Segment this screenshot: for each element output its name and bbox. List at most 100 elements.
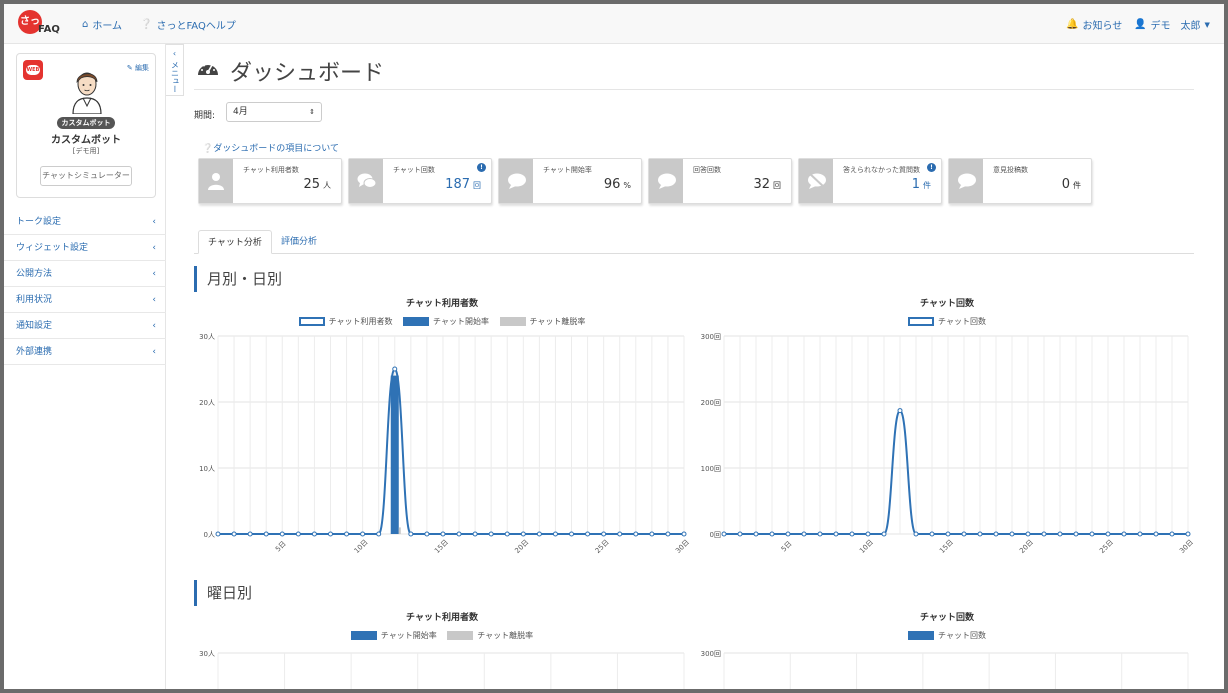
nav-home-link[interactable]: ⌂ ホーム: [82, 17, 122, 32]
stat-number: 32: [753, 177, 770, 192]
user-name: デモ 太郎: [1150, 21, 1201, 32]
bot-subtitle: [デモ用]: [72, 147, 100, 155]
pencil-icon: ✎: [126, 64, 133, 72]
sidebar-item-external-integration[interactable]: 外部連携 ‹: [4, 339, 166, 365]
data-point: [897, 408, 903, 414]
data-point: [977, 531, 983, 537]
stat-unit: %: [623, 181, 631, 190]
data-point: [1121, 531, 1127, 537]
answer-bubble-icon: [649, 159, 683, 203]
chart-title: チャット利用者数: [406, 613, 478, 623]
data-point: [311, 531, 317, 537]
question-circle-icon: ❔: [202, 144, 214, 154]
chart-title: チャット回数: [920, 299, 974, 309]
x-tick-label: 5日: [274, 540, 288, 554]
chevron-left-icon: ‹: [152, 347, 156, 357]
chat-bubbles-icon: [349, 159, 383, 203]
info-icon[interactable]: !: [927, 163, 936, 172]
data-point: [1105, 531, 1111, 537]
chart-plot: 0回 100回 200回 300回 5日 10日 15日 20日 25日 30日: [701, 333, 1194, 555]
app-window: さっ FAQ ⌂ ホーム ❔ さっとFAQヘルプ 🔔 お知らせ 👤 デモ 太郎 …: [4, 4, 1224, 689]
page-title: ダッシュボード: [230, 61, 385, 86]
legend-swatch: [499, 317, 526, 326]
stat-label: チャット回数: [393, 166, 435, 174]
stat-card-opinions: 意見投稿数 0件: [948, 158, 1092, 204]
tab-rating-analysis[interactable]: 評価分析: [272, 230, 326, 254]
data-point: [913, 531, 919, 537]
menu-toggle-label: メニュー: [170, 61, 180, 93]
stat-label: 回答回数: [693, 166, 721, 174]
stat-unit: 人: [323, 181, 331, 190]
stat-unit: 件: [1073, 181, 1081, 190]
section-monthly-daily: 月別・日別: [194, 266, 282, 292]
dashboard-gauge-icon: [198, 63, 218, 75]
data-point: [408, 531, 414, 537]
stat-label: 意見投稿数: [993, 166, 1028, 174]
data-point: [833, 531, 839, 537]
legend-item[interactable]: チャット回数: [908, 316, 986, 327]
legend-item[interactable]: チャット離脱率: [499, 316, 585, 327]
legend-item[interactable]: チャット回数: [908, 630, 986, 641]
bar: [398, 527, 401, 534]
nav-help-label: さっとFAQヘルプ: [156, 21, 236, 32]
tab-chat-analysis[interactable]: チャット分析: [198, 230, 272, 254]
nav-help-link[interactable]: ❔ さっとFAQヘルプ: [140, 17, 236, 32]
sidebar-item-label: ウィジェット設定: [16, 243, 89, 253]
chat-simulator-button[interactable]: チャットシミュレーター: [40, 166, 132, 186]
legend-swatch: [403, 317, 430, 326]
stat-card-unanswered: 答えられなかった質問数 ! 1件: [798, 158, 942, 204]
x-tick-label: 20日: [1018, 538, 1035, 555]
info-icon[interactable]: !: [477, 163, 486, 172]
logo[interactable]: さっ FAQ: [18, 10, 64, 40]
series-line: [218, 367, 684, 535]
period-select[interactable]: 4月 ⇕: [226, 102, 322, 122]
stat-number: 25: [303, 177, 320, 192]
logo-text: FAQ: [38, 24, 60, 35]
legend-item[interactable]: チャット離脱率: [447, 630, 533, 641]
stat-card-chat-count: チャット回数 ! 187 回: [348, 158, 492, 204]
legend-label: チャット回数: [938, 317, 986, 326]
data-point: [1089, 531, 1095, 537]
chevron-left-icon: ‹: [152, 295, 156, 305]
legend-swatch: [350, 631, 377, 640]
chart-title: チャット利用者数: [406, 299, 478, 309]
data-point: [721, 531, 727, 537]
x-tick-label: 10日: [858, 538, 875, 555]
nav-notice-link[interactable]: 🔔 お知らせ: [1066, 17, 1122, 32]
section-by-weekday: 曜日別: [194, 580, 252, 606]
data-point: [945, 531, 951, 537]
data-point: [376, 531, 382, 537]
sidebar-item-widget-settings[interactable]: ウィジェット設定 ‹: [4, 235, 166, 261]
chevron-left-icon: ‹: [152, 321, 156, 331]
chevron-left-icon: ‹: [152, 243, 156, 253]
sidebar-item-notification-settings[interactable]: 通知設定 ‹: [4, 313, 166, 339]
data-point: [601, 531, 607, 537]
menu-toggle[interactable]: ‹ メニュー: [166, 44, 184, 96]
sidebar-item-usage[interactable]: 利用状況 ‹: [4, 287, 166, 313]
chart-legend: チャット開始率 チャット離脱率: [194, 630, 690, 641]
chat-bubble-icon: [499, 159, 533, 203]
top-navbar: さっ FAQ ⌂ ホーム ❔ さっとFAQヘルプ 🔔 お知らせ 👤 デモ 太郎 …: [4, 4, 1224, 44]
legend-item[interactable]: チャット開始率: [350, 630, 437, 641]
unanswered-icon: [799, 159, 833, 203]
edit-link[interactable]: ✎ 編集: [127, 63, 149, 73]
data-point: [1041, 531, 1047, 537]
dashboard-help-link[interactable]: ❔ダッシュボードの項目について: [202, 141, 339, 154]
chart-chat-count: チャット回数 チャット回数 0回 100回 200回 300回 5日 10日 15日 20日 2…: [700, 296, 1194, 566]
x-tick-label: 10日: [353, 538, 370, 555]
data-point: [865, 531, 871, 537]
y-tick-label: 300回: [701, 650, 721, 658]
sidebar-item-publish-method[interactable]: 公開方法 ‹: [4, 261, 166, 287]
data-point: [231, 531, 237, 537]
legend-swatch: [447, 631, 474, 640]
data-point: [633, 531, 639, 537]
caret-down-icon: ▼: [1204, 20, 1210, 29]
user-menu[interactable]: 👤 デモ 太郎 ▼: [1134, 17, 1210, 32]
legend-item[interactable]: チャット開始率: [403, 316, 489, 327]
data-point: [849, 531, 855, 537]
sidebar-item-label: 通知設定: [16, 321, 53, 331]
stat-unit: 回: [473, 181, 481, 190]
legend-item[interactable]: チャット利用者数: [298, 316, 392, 327]
sidebar-item-talk-settings[interactable]: トーク設定 ‹: [4, 209, 166, 235]
data-point: [649, 531, 655, 537]
